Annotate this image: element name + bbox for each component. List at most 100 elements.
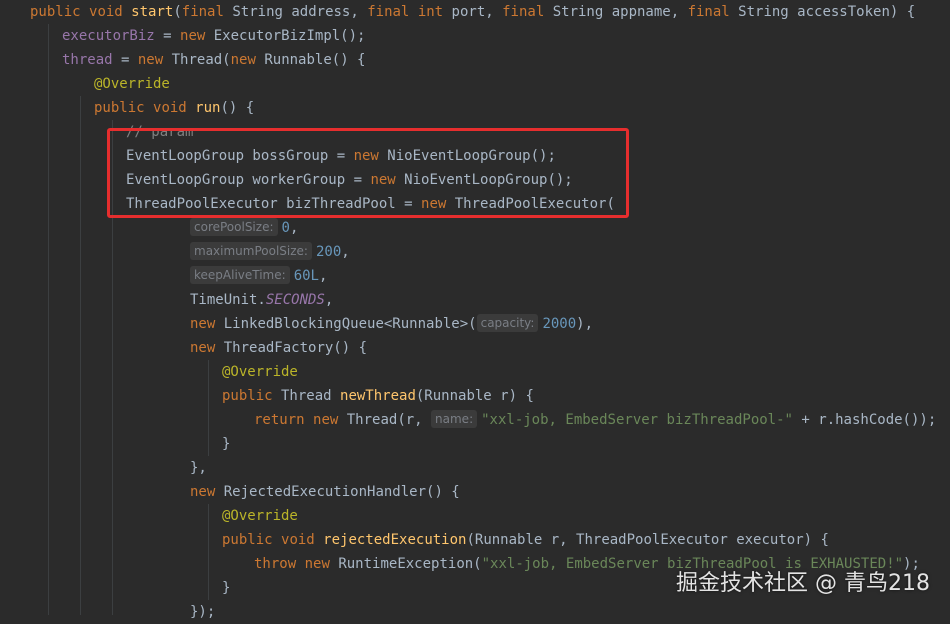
code-token: public [30, 4, 81, 20]
code-line[interactable]: @Override [222, 504, 298, 528]
code-token: 0 [281, 220, 290, 236]
parameter-hint: corePoolSize: [190, 218, 278, 236]
code-token: void [281, 532, 315, 548]
code-line[interactable]: new ThreadFactory() { [190, 336, 367, 360]
code-token: new [180, 28, 206, 44]
code-line[interactable]: @Override [222, 360, 298, 384]
code-token: TimeUnit. [190, 292, 266, 308]
code-token: } [222, 436, 231, 452]
code-token: @Override [94, 76, 170, 92]
indent-guide [208, 504, 209, 600]
code-token: Runnable() { [255, 52, 366, 68]
code-line[interactable]: public void rejectedExecution(Runnable r… [222, 528, 829, 552]
code-token: (Runnable r) { [415, 388, 534, 404]
code-token: ThreadFactory() { [215, 340, 368, 356]
code-line[interactable]: thread = new Thread(new Runnable() { [62, 48, 365, 72]
code-token: , [324, 292, 334, 308]
code-token: NioEventLoopGroup(); [395, 172, 573, 188]
code-token: }, [190, 460, 207, 476]
code-token: , [341, 244, 350, 260]
code-line[interactable]: EventLoopGroup bossGroup = new NioEventL… [126, 144, 556, 168]
code-token: rejectedExecution [323, 532, 467, 548]
code-line[interactable]: }); [190, 600, 215, 624]
code-token: (Runnable r, ThreadPoolExecutor executor… [466, 532, 829, 548]
code-token: public [222, 388, 273, 404]
code-token: new [190, 484, 216, 500]
code-token: @Override [222, 508, 298, 524]
code-token: RuntimeException( [329, 556, 482, 572]
code-token: Thread [272, 388, 341, 404]
parameter-hint: maximumPoolSize: [190, 242, 312, 260]
indent-guide [112, 120, 113, 615]
code-token: new [304, 556, 330, 572]
code-token: public [222, 532, 273, 548]
code-token: final [367, 4, 410, 20]
code-token: new [137, 52, 164, 68]
code-token: = [112, 52, 138, 68]
code-token: ), [576, 316, 594, 332]
code-token: + r.hashCode()); [792, 412, 937, 428]
code-line[interactable]: EventLoopGroup workerGroup = new NioEven… [126, 168, 573, 192]
code-token: void [89, 4, 123, 20]
code-token: new [370, 172, 396, 188]
code-line[interactable]: executorBiz = new ExecutorBizImpl(); [62, 24, 365, 48]
code-token: 2000 [542, 316, 577, 332]
code-line[interactable]: return new Thread(r, name: "xxl-job, Embe… [254, 408, 936, 432]
code-token: }); [190, 604, 216, 620]
code-line[interactable]: new LinkedBlockingQueue<Runnable>(capaci… [190, 312, 593, 336]
code-token: "xxl-job, EmbedServer bizThreadPool-" [481, 412, 793, 428]
code-line[interactable]: public Thread newThread(Runnable r) { [222, 384, 534, 408]
code-line[interactable]: corePoolSize: 0, [190, 216, 298, 240]
code-line[interactable]: } [222, 432, 230, 456]
code-line[interactable]: }, [190, 456, 207, 480]
indent-guide [208, 360, 209, 456]
code-line[interactable]: // param [126, 120, 193, 144]
parameter-hint: keepAliveTime: [190, 266, 290, 284]
code-line[interactable]: TimeUnit.SECONDS, [190, 288, 333, 312]
code-token: thread [62, 52, 113, 68]
code-line[interactable]: public void run() { [94, 96, 254, 120]
code-line[interactable]: new RejectedExecutionHandler() { [190, 480, 460, 504]
code-line[interactable]: @Override [94, 72, 170, 96]
code-token: executorBiz [62, 28, 155, 44]
code-line[interactable]: } [222, 576, 230, 600]
code-token: () { [220, 100, 255, 116]
indent-guide [80, 96, 81, 615]
code-token: final [181, 4, 224, 20]
code-line[interactable]: maximumPoolSize: 200, [190, 240, 350, 264]
code-token: newThread [340, 388, 416, 404]
code-token: } [222, 580, 231, 596]
code-token: 60L [293, 268, 319, 284]
code-token: new [190, 340, 216, 356]
code-token: @Override [222, 364, 298, 380]
code-token: Thread( [163, 52, 231, 68]
code-line[interactable]: public void start(final String address, … [30, 0, 915, 24]
code-token: EventLoopGroup bossGroup = [126, 148, 354, 164]
code-token: ThreadPoolExecutor bizThreadPool = [126, 196, 422, 212]
code-token: String accessToken) { [729, 4, 916, 20]
parameter-hint: name: [431, 410, 478, 428]
code-token: new [421, 196, 447, 212]
code-line[interactable]: ThreadPoolExecutor bizThreadPool = new T… [126, 192, 615, 216]
code-token: RejectedExecutionHandler() { [215, 484, 460, 500]
indent-guide [48, 24, 49, 615]
code-token: , [318, 268, 328, 284]
code-token: new [353, 148, 379, 164]
code-token: port, [443, 4, 503, 20]
code-token: // param [126, 124, 194, 140]
code-editor[interactable]: public void start(final String address, … [0, 0, 950, 620]
watermark: 掘金技术社区 @ 青鸟218 [676, 571, 930, 596]
code-line[interactable]: keepAliveTime: 60L, [190, 264, 327, 288]
code-token: EventLoopGroup workerGroup = [126, 172, 371, 188]
code-token: LinkedBlockingQueue<Runnable>( [215, 316, 477, 332]
code-token: throw [254, 556, 297, 572]
code-token: run [195, 100, 221, 116]
